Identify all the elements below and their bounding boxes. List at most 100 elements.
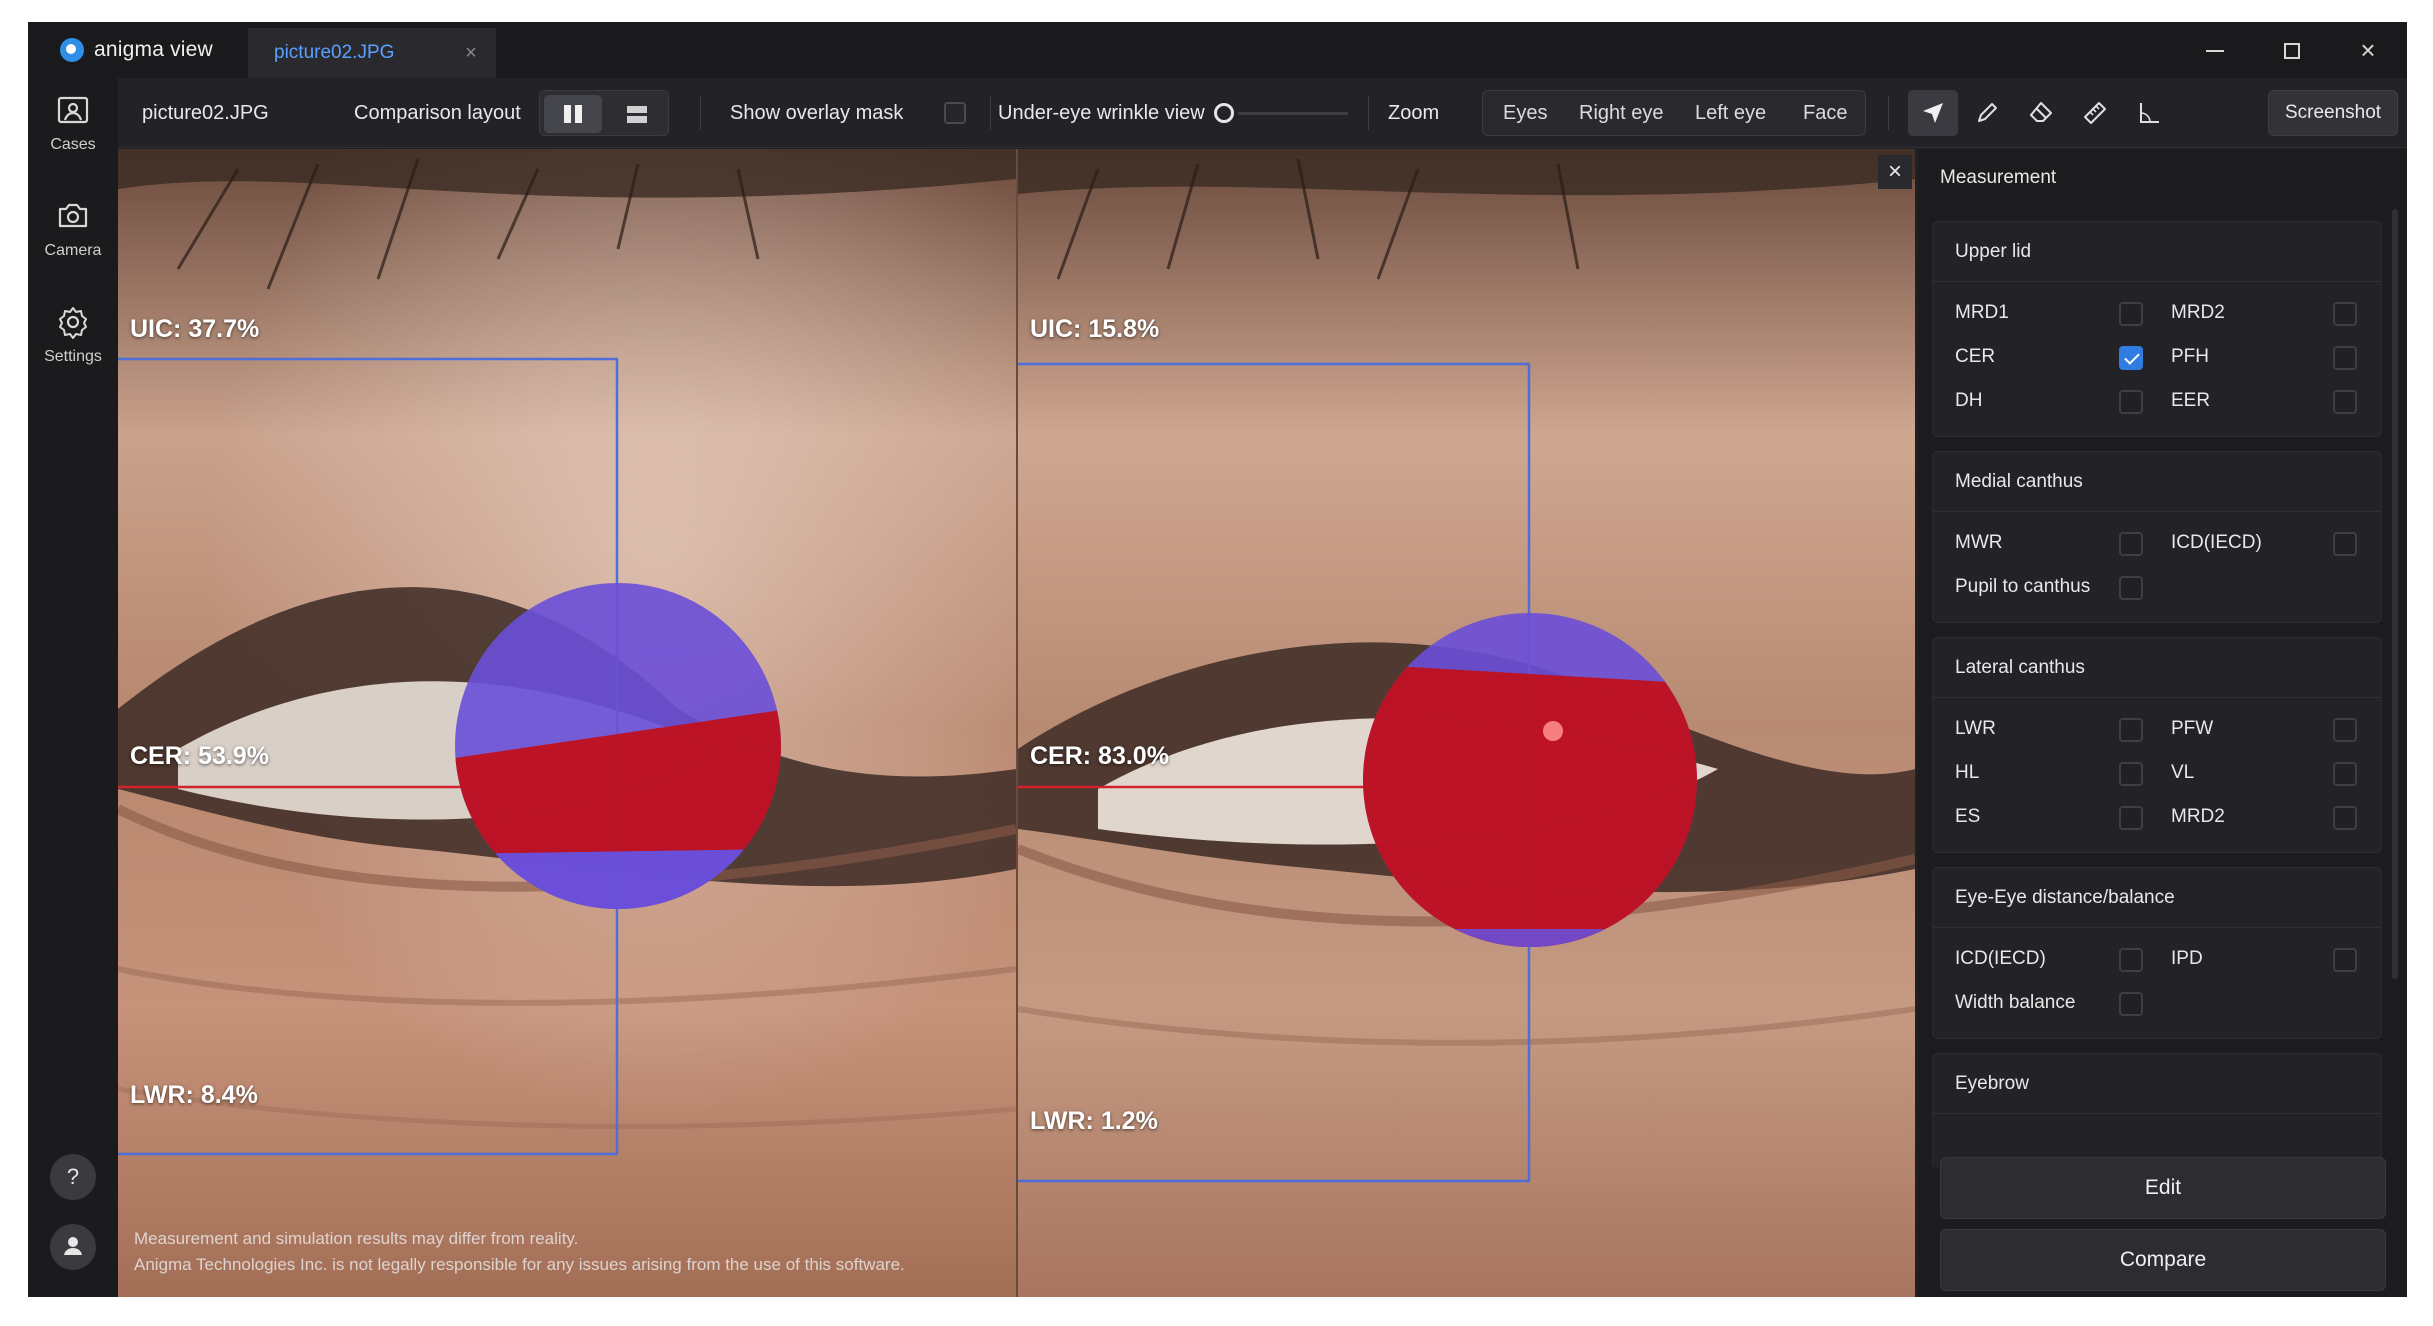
zoom-left-eye-button[interactable]: Left eye [1695,91,1766,135]
anigma-logo-icon [60,38,84,62]
lateral-mrd2-checkbox[interactable] [2333,806,2357,830]
pfw-checkbox[interactable] [2333,718,2357,742]
es-checkbox[interactable] [2119,806,2143,830]
annotation-tools [1908,90,2168,136]
wrinkle-slider-handle[interactable] [1214,103,1234,123]
app-window: anigma view picture02.JPG × × Cases Came… [28,22,2407,1297]
option-label: MRD1 [1955,302,2009,323]
option-label: LWR [1955,718,1996,739]
right-lwr-label: LWR: 1.2% [1030,1107,1158,1135]
dh-checkbox[interactable] [2119,390,2143,414]
gear-icon [59,307,87,339]
option-label: ICD(IECD) [1955,948,2046,969]
pen-tool[interactable] [1962,90,2012,136]
panel-scrollbar[interactable] [2392,209,2398,979]
section-title: Eyebrow [1933,1054,2381,1114]
tab-close-icon[interactable]: × [460,42,482,64]
eraser-tool[interactable] [2016,90,2066,136]
left-lwr-label: LWR: 8.4% [130,1081,258,1109]
rail-label-cases: Cases [50,136,96,153]
brand: anigma view [60,32,213,68]
ipd-checkbox[interactable] [2333,948,2357,972]
option-label: Pupil to canthus [1955,576,2091,597]
option-label: ES [1955,806,1981,827]
wrinkle-slider-track[interactable] [1238,112,1348,115]
zoom-right-eye-button[interactable]: Right eye [1579,91,1664,135]
help-button[interactable]: ? [50,1154,96,1200]
rail-item-cases[interactable]: Cases [28,92,118,154]
section-title: Medial canthus [1933,452,2381,512]
zoom-eyes-button[interactable]: Eyes [1503,91,1547,135]
stacked-layout-button[interactable] [608,95,666,133]
overlay-mask-checkbox[interactable] [944,102,966,124]
file-tab[interactable]: picture02.JPG × [248,28,496,78]
option-label: CER [1955,346,1996,367]
user-icon [64,1237,82,1255]
disclaimer-line-2: Anigma Technologies Inc. is not legally … [134,1255,905,1274]
option-label: PFH [2171,346,2209,367]
compare-button[interactable]: Compare [1940,1229,2386,1291]
mrd1-checkbox[interactable] [2119,302,2143,326]
toolbar-divider [700,96,701,130]
ruler-icon [2084,102,2106,124]
lwr-checkbox[interactable] [2119,718,2143,742]
icd-iecd-checkbox[interactable] [2333,532,2357,556]
file-tab-label: picture02.JPG [274,42,395,63]
toolbar-filename: picture02.JPG [142,102,269,124]
disclaimer-line-1: Measurement and simulation results may d… [134,1229,579,1248]
left-eye-photo: UIC: 37.7% CER: 53.9% LWR: 8.4% Measurem… [118,149,1016,1297]
rail-item-settings[interactable]: Settings [28,304,118,366]
toolbar: picture02.JPG Comparison layout Show ove… [118,78,2407,148]
width-balance-checkbox[interactable] [2119,992,2143,1016]
section-title: Upper lid [1933,222,2381,282]
stacked-layout-icon [627,106,647,123]
section-title: Lateral canthus [1933,638,2381,698]
toolbar-divider [990,96,991,130]
camera-icon [58,203,88,228]
maximize-button[interactable] [2272,30,2312,70]
measurement-title: Measurement [1940,167,2057,188]
title-bar: anigma view picture02.JPG × × [28,22,2407,78]
zoom-face-button[interactable]: Face [1803,91,1847,135]
zoom-label: Zoom [1388,102,1440,124]
option-label: PFW [2171,718,2214,739]
cases-icon [57,96,89,124]
close-window-button[interactable]: × [2348,30,2388,70]
measurement-panel: Measurement Upper lid MRD1 MRD2 CER PFH … [1918,149,2407,1297]
left-uic-label: UIC: 37.7% [130,315,260,343]
brand-name: anigma view [94,38,213,61]
user-button[interactable] [50,1224,96,1270]
navigate-tool[interactable] [1908,90,1958,136]
section-upper-lid: Upper lid MRD1 MRD2 CER PFH DH EER [1932,221,2382,437]
eye-icd-iecd-checkbox[interactable] [2119,948,2143,972]
angle-icon [2140,103,2159,123]
section-eyebrow: Eyebrow [1932,1053,2382,1167]
left-rail: Cases Camera Settings ? [28,78,118,1297]
navigate-icon [1923,103,1943,123]
side-by-side-button[interactable] [544,95,602,133]
minimize-button[interactable] [2195,30,2235,70]
maximize-icon [2284,43,2300,60]
close-viewer-button[interactable]: × [1878,155,1912,189]
mwr-checkbox[interactable] [2119,532,2143,556]
screenshot-button[interactable]: Screenshot [2268,90,2398,136]
eer-checkbox[interactable] [2333,390,2357,414]
side-by-side-icon [564,105,582,123]
option-label: MWR [1955,532,2003,553]
option-label: ICD(IECD) [2171,532,2262,553]
comparison-layout-toggle [539,90,669,136]
image-viewport[interactable]: UIC: 37.7% CER: 53.9% LWR: 8.4% Measurem… [118,149,1915,1297]
vl-checkbox[interactable] [2333,762,2357,786]
measurement-list[interactable]: Upper lid MRD1 MRD2 CER PFH DH EER Media… [1932,205,2382,1167]
pfh-checkbox[interactable] [2333,346,2357,370]
rail-item-camera[interactable]: Camera [28,198,118,260]
angle-tool[interactable] [2124,90,2174,136]
mrd2-checkbox[interactable] [2333,302,2357,326]
ruler-tool[interactable] [2070,90,2120,136]
minimize-icon [2206,50,2224,53]
option-label: MRD2 [2171,806,2225,827]
cer-checkbox[interactable] [2119,346,2143,370]
hl-checkbox[interactable] [2119,762,2143,786]
edit-button[interactable]: Edit [1940,1157,2386,1219]
pupil-to-canthus-checkbox[interactable] [2119,576,2143,600]
